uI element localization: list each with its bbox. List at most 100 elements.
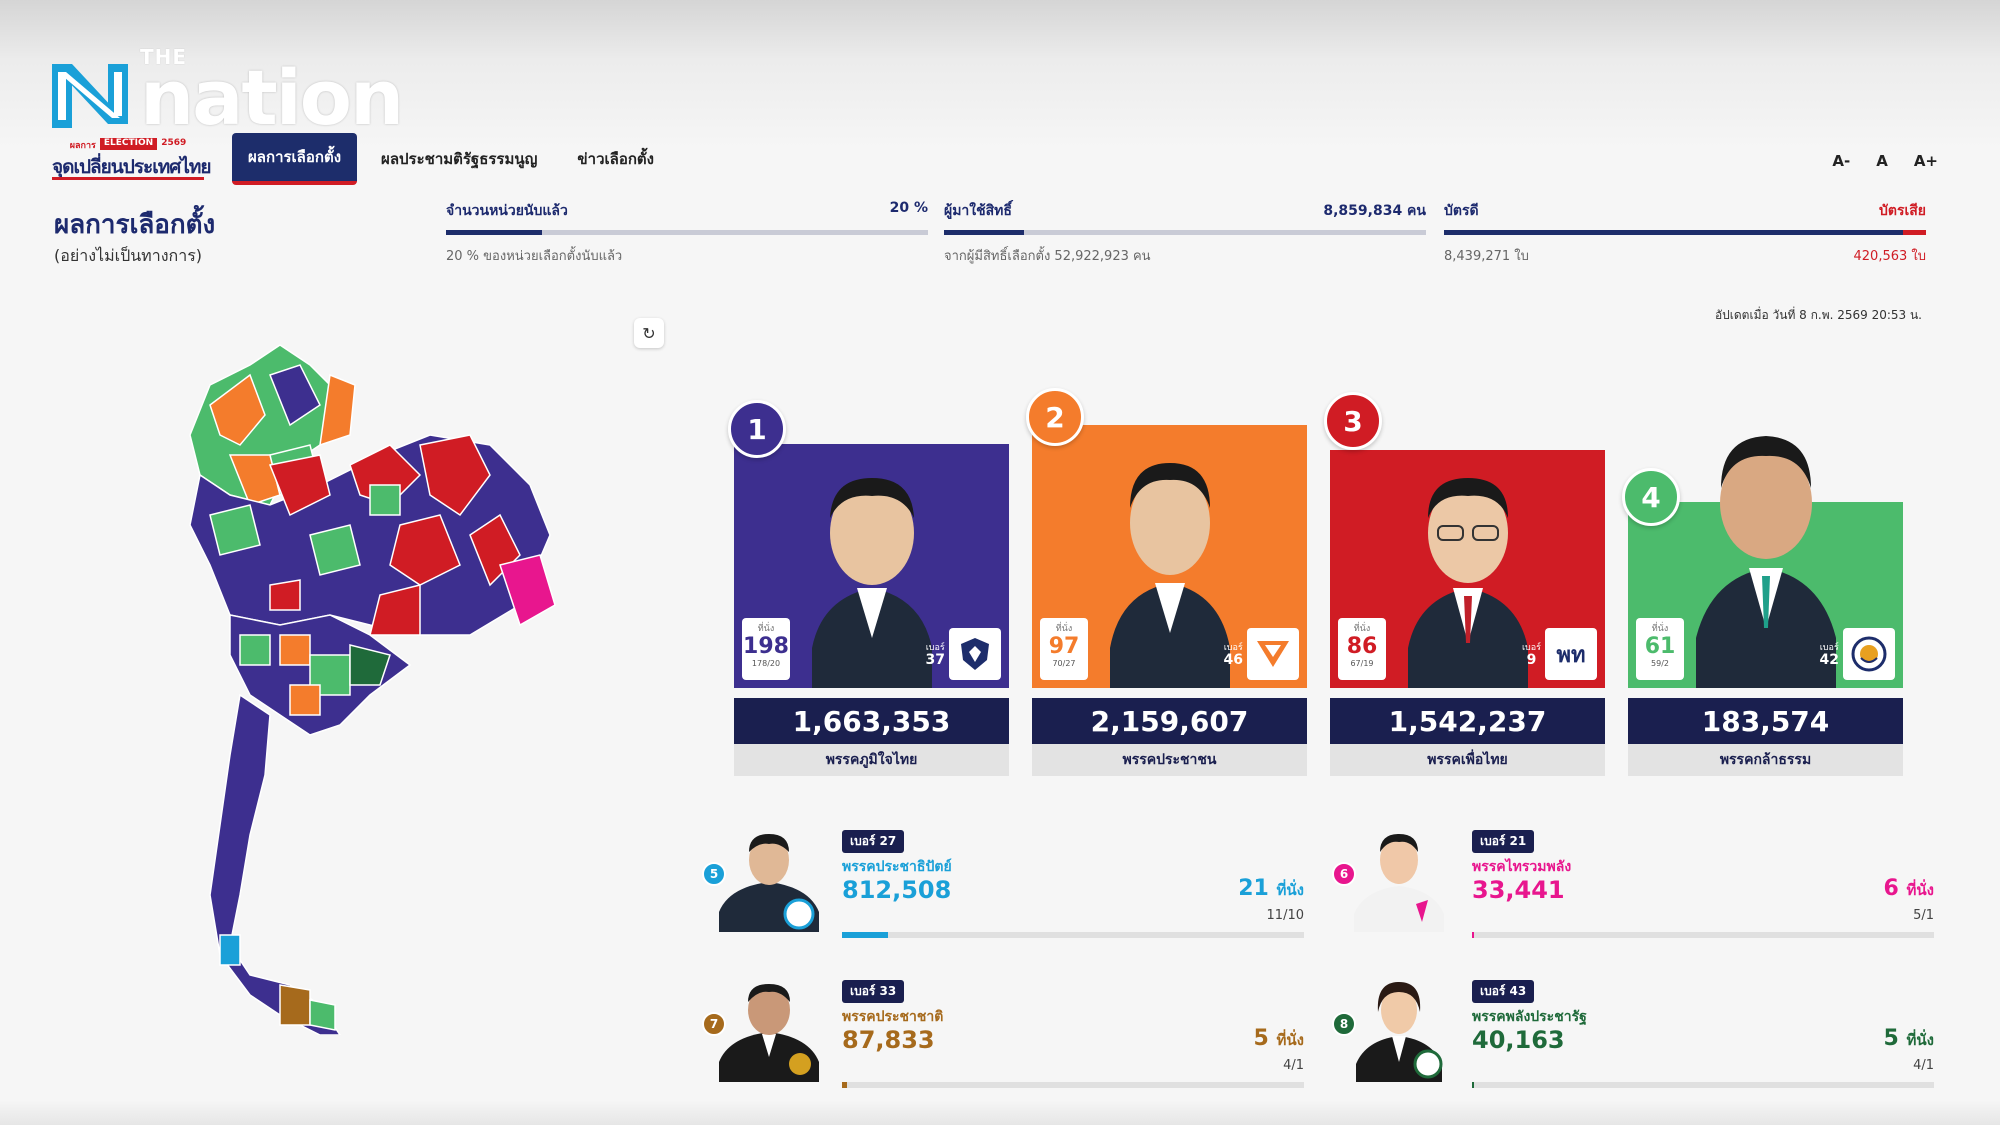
party-name: พรรคประชาชน [1032, 744, 1307, 776]
rank-badge: 6 [1332, 862, 1356, 886]
ballots-stat: บัตรดี บัตรเสีย 8,439,271 ใบ 420,563 ใบ [1444, 200, 1926, 266]
tab-election-news[interactable]: ข่าวเลือกตั้ง [561, 135, 670, 183]
seats-box: ที่นั่ง 97 70/27 [1040, 618, 1088, 680]
party-number-badge: เบอร์ 27 [842, 830, 905, 853]
vote-count: 183,574 [1628, 698, 1903, 746]
number-value: 37 [925, 652, 945, 668]
seats-label: ที่นั่ง [1651, 624, 1669, 634]
seats-detail: 4/1 [1913, 1058, 1934, 1073]
party-number: เบอร์ 42 [1820, 628, 1895, 680]
vote-count: 2,159,607 [1032, 698, 1307, 746]
seats-count: 6 ที่นั่ง [1884, 876, 1934, 902]
tab-election-results[interactable]: ผลการเลือกตั้ง [232, 133, 358, 185]
refresh-icon: ↻ [642, 323, 656, 343]
brand-name: nation [140, 53, 404, 142]
counted-sub: 20 % ของหน่วยเลือกตั้งนับแล้ว [446, 249, 623, 264]
vote-count: 1,663,353 [734, 698, 1009, 746]
seats-value: 6 [1883, 876, 1899, 901]
seats-detail: 5/1 [1913, 908, 1934, 923]
candidate-avatar [714, 972, 824, 1082]
seats-detail: 11/10 [1266, 908, 1304, 923]
people-party-icon [1247, 628, 1299, 680]
seats-value: 21 [1238, 876, 1269, 901]
party-name: พรรคกล้าธรรม [1628, 744, 1903, 776]
counted-value: 20 % [889, 200, 928, 216]
election-logo[interactable]: ผลการ ELECTION 2569 จุดเปลี่ยนประเทศไทย [52, 134, 212, 184]
candidate-avatar [1344, 822, 1454, 932]
seats-label: ที่นั่ง [757, 624, 775, 634]
candidate-avatar [1344, 972, 1454, 1082]
party-name: พรรคเพื่อไทย [1330, 744, 1605, 776]
number-value: 42 [1819, 652, 1839, 668]
font-reset-button[interactable]: A [1876, 152, 1888, 170]
font-decrease-button[interactable]: A- [1832, 152, 1850, 170]
vote-count: 40,163 [1472, 1026, 1565, 1054]
seats-detail: 70/27 [1052, 659, 1076, 668]
seats-box: ที่นั่ง 61 59/2 [1636, 618, 1684, 680]
seats-unit: ที่นั่ง [1906, 881, 1934, 899]
counted-progress [446, 230, 928, 235]
bad-ballots-label: บัตรเสีย [1878, 203, 1926, 219]
refresh-button[interactable]: ↻ [634, 318, 664, 348]
seats-unit: ที่นั่ง [1276, 881, 1304, 899]
number-value: 9 [1526, 652, 1537, 668]
rank-badge: 5 [702, 862, 726, 886]
rank-badge: 3 [1324, 392, 1382, 450]
seats-count: 5 ที่นั่ง [1884, 1026, 1934, 1052]
party-card-3[interactable]: 3 ที่นั่ง 86 67/19 เบอร์ 9 พท 1,542,237 พ… [1324, 392, 1605, 776]
voters-label: ผู้มาใช้สิทธิ์ [944, 203, 1012, 219]
updated-timestamp: อัปเดตเมื่อ วันที่ 8 ก.พ. 2569 20:53 น. [1714, 308, 1922, 322]
party-name: พรรคภูมิใจไทย [734, 744, 1009, 776]
party-row-6[interactable]: 6 เบอร์ 21 พรรคไทรวมพลัง 33,441 6 ที่นั่… [1332, 822, 1944, 942]
vote-count: 87,833 [842, 1026, 935, 1054]
rank-badge: 7 [702, 1012, 726, 1036]
seats-detail: 67/19 [1350, 659, 1374, 668]
party-name: พรรคไทรวมพลัง [1472, 859, 1572, 875]
vote-count: 1,542,237 [1330, 698, 1605, 746]
party-row-8[interactable]: 8 เบอร์ 43 พรรคพลังประชารัฐ 40,163 5 ที่… [1332, 972, 1944, 1092]
party-name: พรรคประชาชาติ [842, 1009, 944, 1025]
seats-count: 86 [1346, 634, 1378, 659]
vote-progress [1472, 1082, 1934, 1088]
seats-count: 198 [743, 634, 789, 659]
nation-logo[interactable]: THE nation [50, 47, 404, 142]
page-subtitle: (อย่างไม่เป็นทางการ) [54, 246, 203, 265]
rank-badge: 4 [1622, 468, 1680, 526]
main-nav: ผลการ ELECTION 2569 จุดเปลี่ยนประเทศไทย … [52, 133, 678, 185]
party-number: เบอร์ 9 พท [1522, 628, 1597, 680]
rank-badge: 1 [728, 400, 786, 458]
party-name: พรรคประชาธิปัตย์ [842, 859, 952, 875]
bad-ballots-value: 420,563 ใบ [1853, 249, 1927, 264]
tab-referendum[interactable]: ผลประชามติรัฐธรรมนูญ [365, 135, 553, 183]
shield-icon [949, 628, 1001, 680]
seats-count: 5 ที่นั่ง [1254, 1026, 1304, 1052]
party-row-5[interactable]: 5 เบอร์ 27 พรรคประชาธิปัตย์ 812,508 21 ท… [702, 822, 1314, 942]
election-logo-underline [52, 177, 204, 180]
party-card-4[interactable]: 4 ที่นั่ง 61 59/2 เบอร์ 42 183,574 พรรคกล… [1622, 400, 1903, 776]
voters-sub: จากผู้มีสิทธิ์เลือกตั้ง 52,922,923 คน [944, 249, 1151, 264]
election-logo-year: 2569 [161, 138, 187, 148]
seats-count: 97 [1048, 634, 1080, 659]
thailand-map[interactable] [170, 335, 570, 1036]
pheu-thai-logo-icon: พท [1545, 628, 1597, 680]
party-number: เบอร์ 46 [1224, 628, 1299, 680]
rank-badge: 2 [1026, 388, 1084, 446]
party-row-7[interactable]: 7 เบอร์ 33 พรรคประชาชาติ 87,833 5 ที่นั่… [702, 972, 1314, 1092]
party-card-1[interactable]: 1 ที่นั่ง 198 178/20 เบอร์ 37 1,663,353 พ… [728, 400, 1009, 776]
seats-detail: 59/2 [1651, 659, 1669, 668]
nation-n-icon [50, 58, 130, 130]
number-value: 46 [1223, 652, 1243, 668]
seats-unit: ที่นั่ง [1906, 1031, 1934, 1049]
vote-count: 33,441 [1472, 876, 1565, 904]
vote-progress [842, 1082, 1304, 1088]
kla-tham-icon [1843, 628, 1895, 680]
seats-value: 5 [1883, 1026, 1899, 1051]
font-increase-button[interactable]: A+ [1914, 152, 1938, 170]
party-card-2[interactable]: 2 ที่นั่ง 97 70/27 เบอร์ 46 2,159,607 พรร… [1026, 388, 1307, 776]
voters-stat: ผู้มาใช้สิทธิ์ 8,859,834 คน จากผู้มีสิทธ… [944, 200, 1426, 266]
page-title: ผลการเลือกตั้ง [54, 210, 216, 240]
ballots-progress [1444, 230, 1926, 235]
counted-label: จำนวนหน่วยนับแล้ว [446, 203, 568, 219]
seats-label: ที่นั่ง [1055, 624, 1073, 634]
counted-stat: จำนวนหน่วยนับแล้ว 20 % 20 % ของหน่วยเลือ… [446, 200, 928, 266]
